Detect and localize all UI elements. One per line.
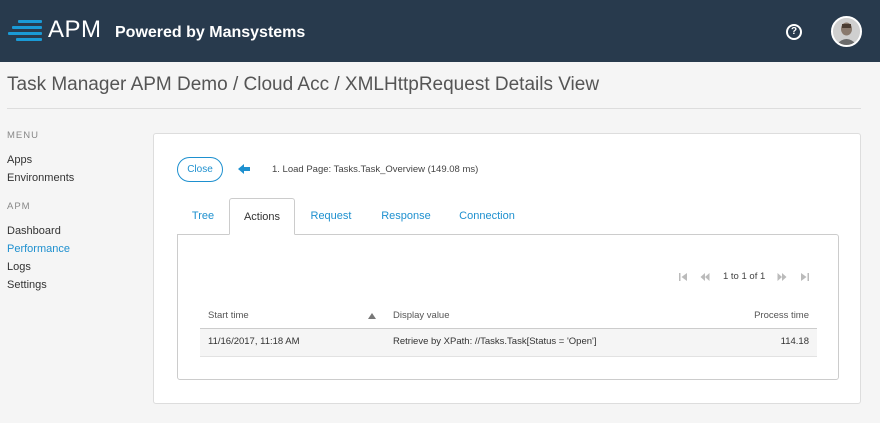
tab-request[interactable]: Request: [301, 198, 361, 235]
user-avatar[interactable]: [831, 16, 862, 47]
page-title: Task Manager APM Demo / Cloud Acc / XMLH…: [7, 74, 600, 95]
sidebar-item-settings[interactable]: Settings: [7, 276, 137, 294]
cell-start-time: 11/16/2017, 11:18 AM: [208, 336, 300, 347]
details-panel: Close 1. Load Page: Tasks.Task_Overview …: [153, 133, 861, 404]
sidebar: MENU Apps Environments APM Dashboard Per…: [7, 130, 137, 294]
close-button[interactable]: Close: [177, 157, 223, 182]
column-header-start-time[interactable]: Start time: [208, 303, 249, 329]
cell-display-value: Retrieve by XPath: //Tasks.Task[Status =…: [393, 336, 597, 347]
sort-ascending-icon[interactable]: [368, 312, 376, 320]
table-row[interactable]: 11/16/2017, 11:18 AM Retrieve by XPath: …: [200, 329, 817, 357]
sidebar-heading-apm: APM: [7, 201, 31, 212]
sidebar-item-dashboard[interactable]: Dashboard: [7, 222, 137, 240]
actions-tab-content: 1 to 1 of 1 Start time Display value Pro…: [177, 234, 839, 380]
user-photo-icon: [833, 18, 860, 45]
sidebar-item-performance[interactable]: Performance: [7, 240, 137, 258]
column-header-display-value[interactable]: Display value: [393, 303, 450, 329]
first-page-icon[interactable]: [678, 272, 688, 282]
logo-tagline: Powered by Mansystems: [115, 24, 306, 41]
sidebar-heading-menu: MENU: [7, 130, 39, 141]
cell-process-time: 114.18: [780, 336, 809, 347]
sidebar-item-environments[interactable]: Environments: [7, 169, 137, 187]
pagination-text: 1 to 1 of 1: [723, 271, 766, 282]
tab-actions[interactable]: Actions: [229, 198, 295, 235]
help-icon[interactable]: ?: [786, 24, 802, 40]
request-breadcrumb: 1. Load Page: Tasks.Task_Overview (149.0…: [272, 164, 479, 175]
previous-page-icon[interactable]: [700, 272, 710, 282]
apm-logo-icon: [8, 20, 42, 41]
sidebar-item-logs[interactable]: Logs: [7, 258, 137, 276]
table-header: Start time Display value Process time: [200, 303, 817, 329]
logo-text: APM: [48, 16, 102, 43]
tab-connection[interactable]: Connection: [450, 198, 524, 235]
column-header-process-time[interactable]: Process time: [754, 303, 809, 329]
back-arrow-icon[interactable]: [237, 162, 251, 176]
pagination: 1 to 1 of 1: [678, 270, 818, 284]
tab-tree[interactable]: Tree: [181, 198, 225, 235]
next-page-icon[interactable]: [777, 272, 787, 282]
sidebar-item-apps[interactable]: Apps: [7, 151, 137, 169]
top-bar: APM Powered by Mansystems ?: [0, 0, 880, 62]
tab-response[interactable]: Response: [373, 198, 439, 235]
last-page-icon[interactable]: [800, 272, 810, 282]
title-divider: [7, 108, 861, 109]
